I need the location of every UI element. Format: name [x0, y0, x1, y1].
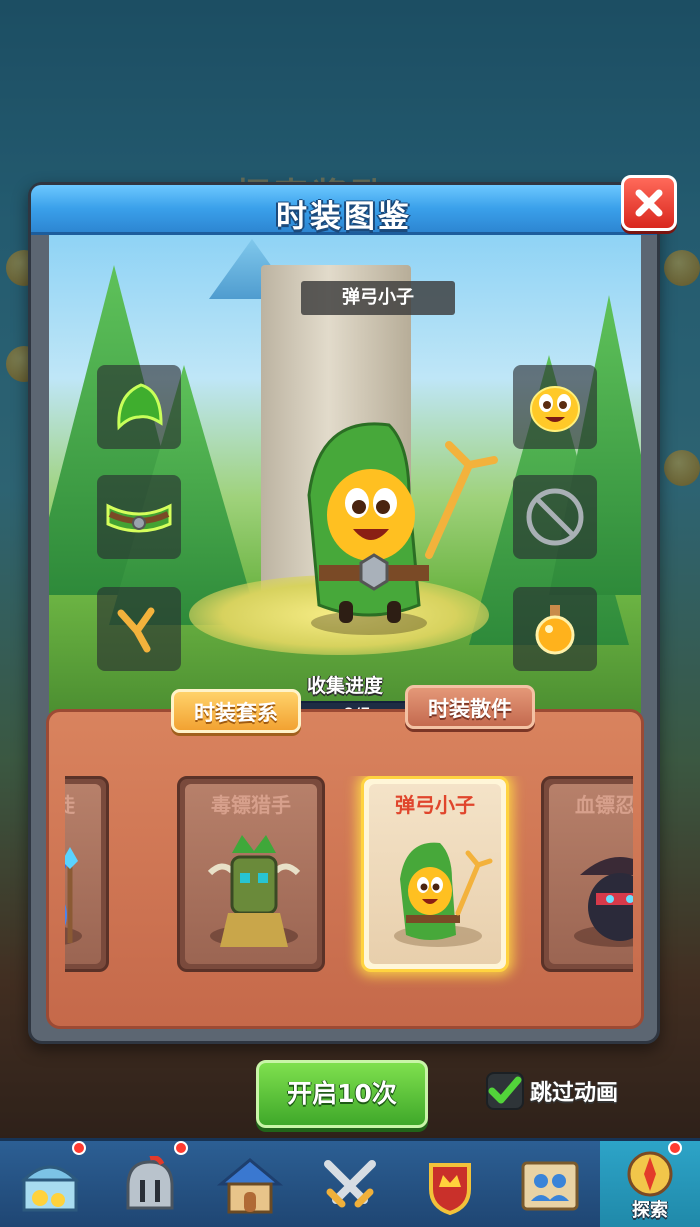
potion-icon	[535, 605, 575, 655]
nav-item-explore[interactable]: 探索	[600, 1141, 700, 1227]
costume-catalog-modal: 时装图鉴 弹弓小子 收集进度 毒镖猎手 弹弓小子 血镖忍 时装套系 时装散件	[28, 175, 677, 1044]
set-card[interactable]: 血镖忍者	[541, 776, 633, 972]
character-preview: 弹弓小子 收集进度	[49, 235, 641, 713]
progress-label: 收集进度	[306, 675, 383, 697]
nav-label-explore: 探索	[632, 1200, 668, 1221]
notification-badge	[174, 1141, 188, 1155]
checkmark-icon	[488, 1076, 522, 1104]
open-10x-button[interactable]: 开启10次	[256, 1060, 428, 1128]
nav-item-friends[interactable]	[500, 1141, 600, 1227]
notification-badge	[668, 1141, 682, 1155]
green-hood-icon	[117, 383, 163, 431]
bottom-nav: 探索	[0, 1138, 700, 1227]
nav-item-hero[interactable]	[100, 1141, 200, 1227]
skip-animation-toggle[interactable]: 跳过动画	[486, 1072, 618, 1110]
modal-title: 时装图鉴	[276, 199, 412, 235]
tab-costume-sets[interactable]: 时装套系	[171, 689, 301, 733]
slot-slingshot[interactable]	[97, 587, 181, 671]
set-name: 毒镖猎手	[211, 793, 291, 817]
nav-item-battle[interactable]	[300, 1141, 400, 1227]
set-card-selected[interactable]: 弹弓小子	[361, 776, 509, 972]
set-name: 法师学徒	[65, 789, 106, 818]
ninja-character-icon	[580, 857, 633, 941]
set-card[interactable]: 毒镖猎手	[177, 776, 325, 972]
knight-helmet-icon	[126, 1155, 174, 1209]
friends-icon	[521, 1161, 579, 1210]
set-name: 弹弓小子	[395, 793, 475, 817]
house-icon	[217, 1157, 283, 1213]
slingshot-character-icon	[400, 842, 493, 940]
slot-belt[interactable]	[97, 475, 181, 559]
slingshot-kid-character	[307, 422, 498, 635]
set-name: 血镖忍者	[575, 793, 633, 817]
close-icon	[635, 189, 663, 217]
character-name: 弹弓小子	[301, 281, 455, 315]
skip-animation-checkbox[interactable]	[486, 1072, 524, 1110]
face-icon	[530, 386, 580, 432]
crown-shield-icon	[429, 1162, 471, 1215]
belt-icon	[106, 503, 172, 533]
notification-badge	[72, 1141, 86, 1155]
slot-face[interactable]	[513, 365, 597, 449]
slingshot-icon	[117, 607, 155, 653]
wizard-character-icon	[65, 847, 78, 943]
nav-item-home[interactable]	[200, 1141, 300, 1227]
nav-item-guild[interactable]	[400, 1141, 500, 1227]
set-card[interactable]: 法师学徒	[65, 776, 109, 972]
tab-costume-pieces[interactable]: 时装散件	[405, 685, 535, 729]
modal-header: 时装图鉴	[31, 185, 657, 235]
skip-animation-label: 跳过动画	[530, 1081, 619, 1106]
empty-slot-icon	[526, 488, 584, 546]
tribal-mask-character-icon	[207, 835, 301, 947]
compass-icon	[627, 1151, 673, 1197]
nav-item-treasure[interactable]	[0, 1141, 100, 1227]
treasure-chest-icon	[20, 1165, 80, 1211]
slot-potion[interactable]	[513, 587, 597, 671]
slot-empty[interactable]	[513, 475, 597, 559]
slot-hood[interactable]	[97, 365, 181, 449]
set-carousel[interactable]: 法师学徒 毒镖猎手	[65, 776, 633, 996]
set-collection-panel: 法师学徒 毒镖猎手	[46, 709, 644, 1029]
crossed-swords-icon	[324, 1159, 376, 1207]
close-button[interactable]	[621, 175, 677, 231]
